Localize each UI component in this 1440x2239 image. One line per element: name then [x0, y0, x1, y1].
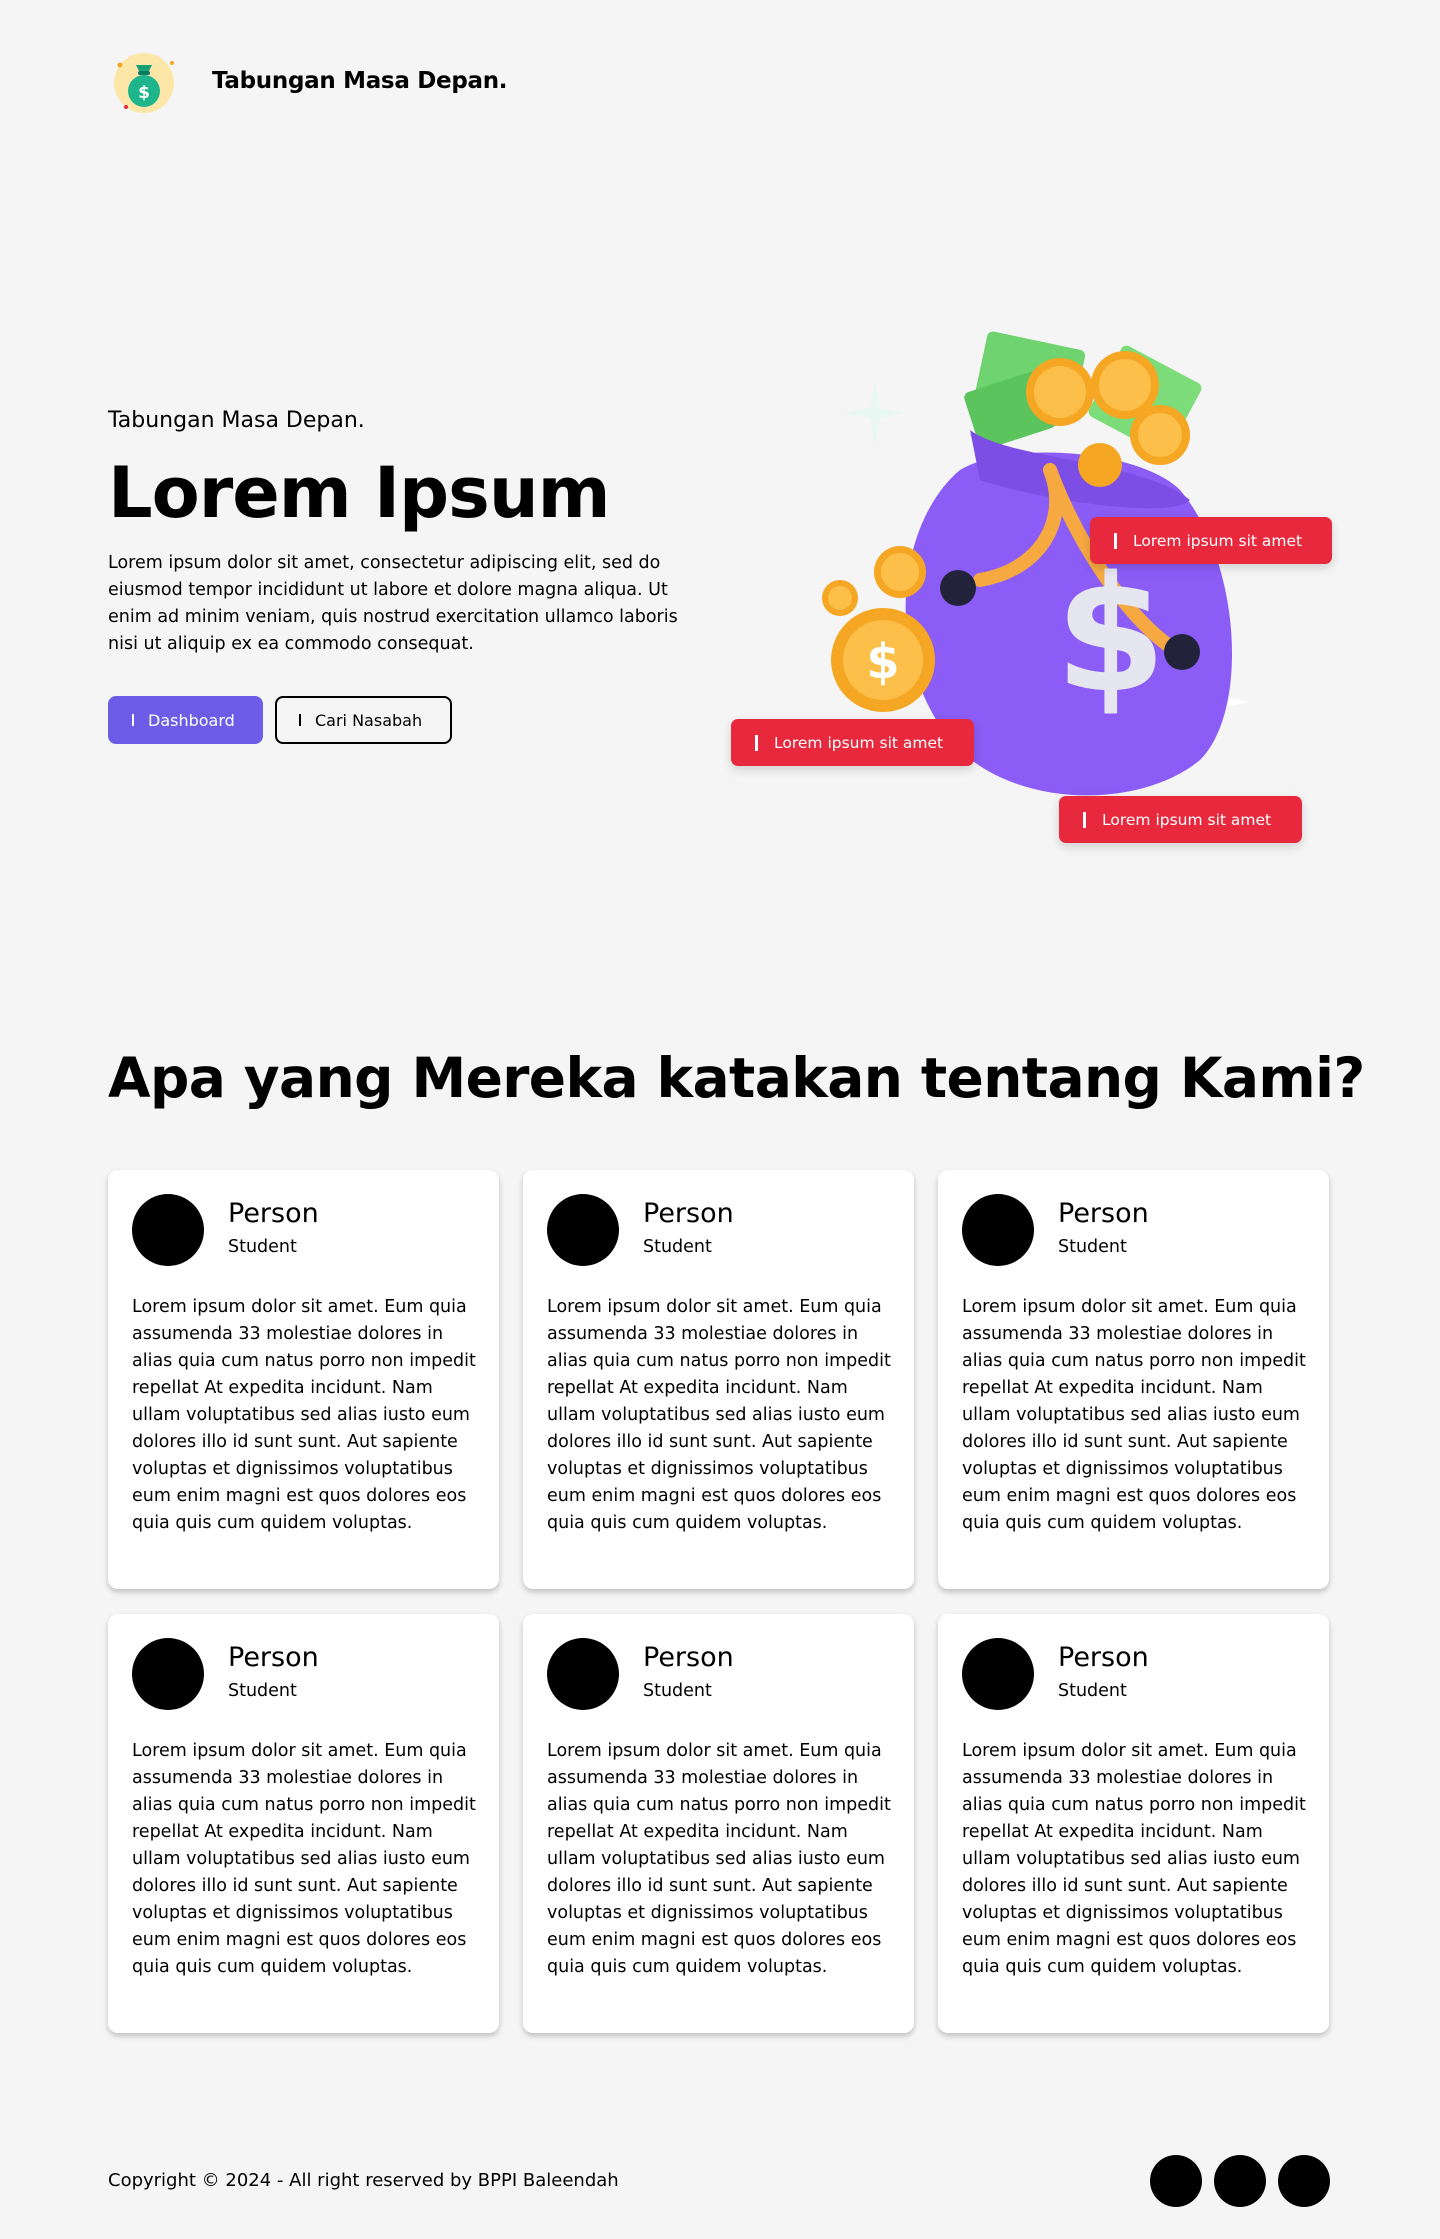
- testimonial-card: Person Student Lorem ipsum dolor sit ame…: [523, 1614, 914, 2033]
- dashboard-button-label: Dashboard: [148, 710, 235, 730]
- money-bag-logo-icon[interactable]: $: [108, 45, 180, 117]
- testimonial-text: Lorem ipsum dolor sit amet. Eum quia ass…: [132, 1297, 476, 1533]
- hero-description: Lorem ipsum dolor sit amet, consectetur …: [108, 553, 678, 654]
- cari-nasabah-button[interactable]: Cari Nasabah: [275, 696, 452, 744]
- avatar: [962, 1194, 1034, 1266]
- hero-tag: Lorem ipsum sit amet: [731, 719, 974, 766]
- button-bar-icon: [132, 714, 134, 726]
- hero-tag-label: Lorem ipsum sit amet: [1102, 810, 1272, 829]
- copyright-text: Copyright © 2024 - All right reserved by…: [108, 2170, 619, 2191]
- tag-bar-icon: [1083, 811, 1086, 828]
- person-role: Student: [1058, 1681, 1127, 1701]
- person-name: Person: [228, 1642, 319, 1673]
- svg-text:$: $: [138, 83, 150, 103]
- person-role: Student: [228, 1237, 297, 1257]
- button-bar-icon: [299, 714, 301, 726]
- svg-text:$: $: [1055, 541, 1166, 728]
- avatar: [132, 1194, 204, 1266]
- testimonial-card: Person Student Lorem ipsum dolor sit ame…: [938, 1614, 1329, 2033]
- person-role: Student: [643, 1237, 712, 1257]
- testimonial-card: Person Student Lorem ipsum dolor sit ame…: [108, 1614, 499, 2033]
- social-icon[interactable]: [1214, 2155, 1266, 2207]
- testimonial-text: Lorem ipsum dolor sit amet. Eum quia ass…: [547, 1297, 891, 1533]
- testimonial-text: Lorem ipsum dolor sit amet. Eum quia ass…: [547, 1741, 891, 1977]
- person-role: Student: [1058, 1237, 1127, 1257]
- brand-name[interactable]: Tabungan Masa Depan.: [212, 68, 508, 94]
- cari-nasabah-button-label: Cari Nasabah: [315, 710, 423, 730]
- testimonial-card: Person Student Lorem ipsum dolor sit ame…: [523, 1170, 914, 1589]
- hero-tag-label: Lorem ipsum sit amet: [1133, 531, 1303, 550]
- person-role: Student: [643, 1681, 712, 1701]
- testimonial-text: Lorem ipsum dolor sit amet. Eum quia ass…: [962, 1297, 1306, 1533]
- avatar: [132, 1638, 204, 1710]
- hero-tag: Lorem ipsum sit amet: [1059, 796, 1302, 843]
- site-header: $ Tabungan Masa Depan.: [108, 45, 508, 117]
- person-name: Person: [1058, 1642, 1149, 1673]
- social-icon[interactable]: [1150, 2155, 1202, 2207]
- testimonial-card: Person Student Lorem ipsum dolor sit ame…: [108, 1170, 499, 1589]
- hero-title: Lorem Ipsum: [108, 452, 611, 534]
- person-name: Person: [643, 1198, 734, 1229]
- svg-text:$: $: [866, 634, 899, 690]
- person-name: Person: [643, 1642, 734, 1673]
- testimonial-text: Lorem ipsum dolor sit amet. Eum quia ass…: [962, 1741, 1306, 1977]
- avatar: [547, 1194, 619, 1266]
- dashboard-button[interactable]: Dashboard: [108, 696, 263, 744]
- hero-tag-label: Lorem ipsum sit amet: [774, 733, 944, 752]
- hero-tag: Lorem ipsum sit amet: [1090, 517, 1332, 564]
- testimonial-text: Lorem ipsum dolor sit amet. Eum quia ass…: [132, 1741, 476, 1977]
- testimonial-card: Person Student Lorem ipsum dolor sit ame…: [938, 1170, 1329, 1589]
- avatar: [547, 1638, 619, 1710]
- tag-bar-icon: [1114, 532, 1117, 549]
- hero-kicker: Tabungan Masa Depan.: [108, 408, 365, 433]
- testimonials-title: Apa yang Mereka katakan tentang Kami?: [108, 1046, 1365, 1110]
- tag-bar-icon: [755, 734, 758, 751]
- person-role: Student: [228, 1681, 297, 1701]
- person-name: Person: [1058, 1198, 1149, 1229]
- social-icon[interactable]: [1278, 2155, 1330, 2207]
- avatar: [962, 1638, 1034, 1710]
- person-name: Person: [228, 1198, 319, 1229]
